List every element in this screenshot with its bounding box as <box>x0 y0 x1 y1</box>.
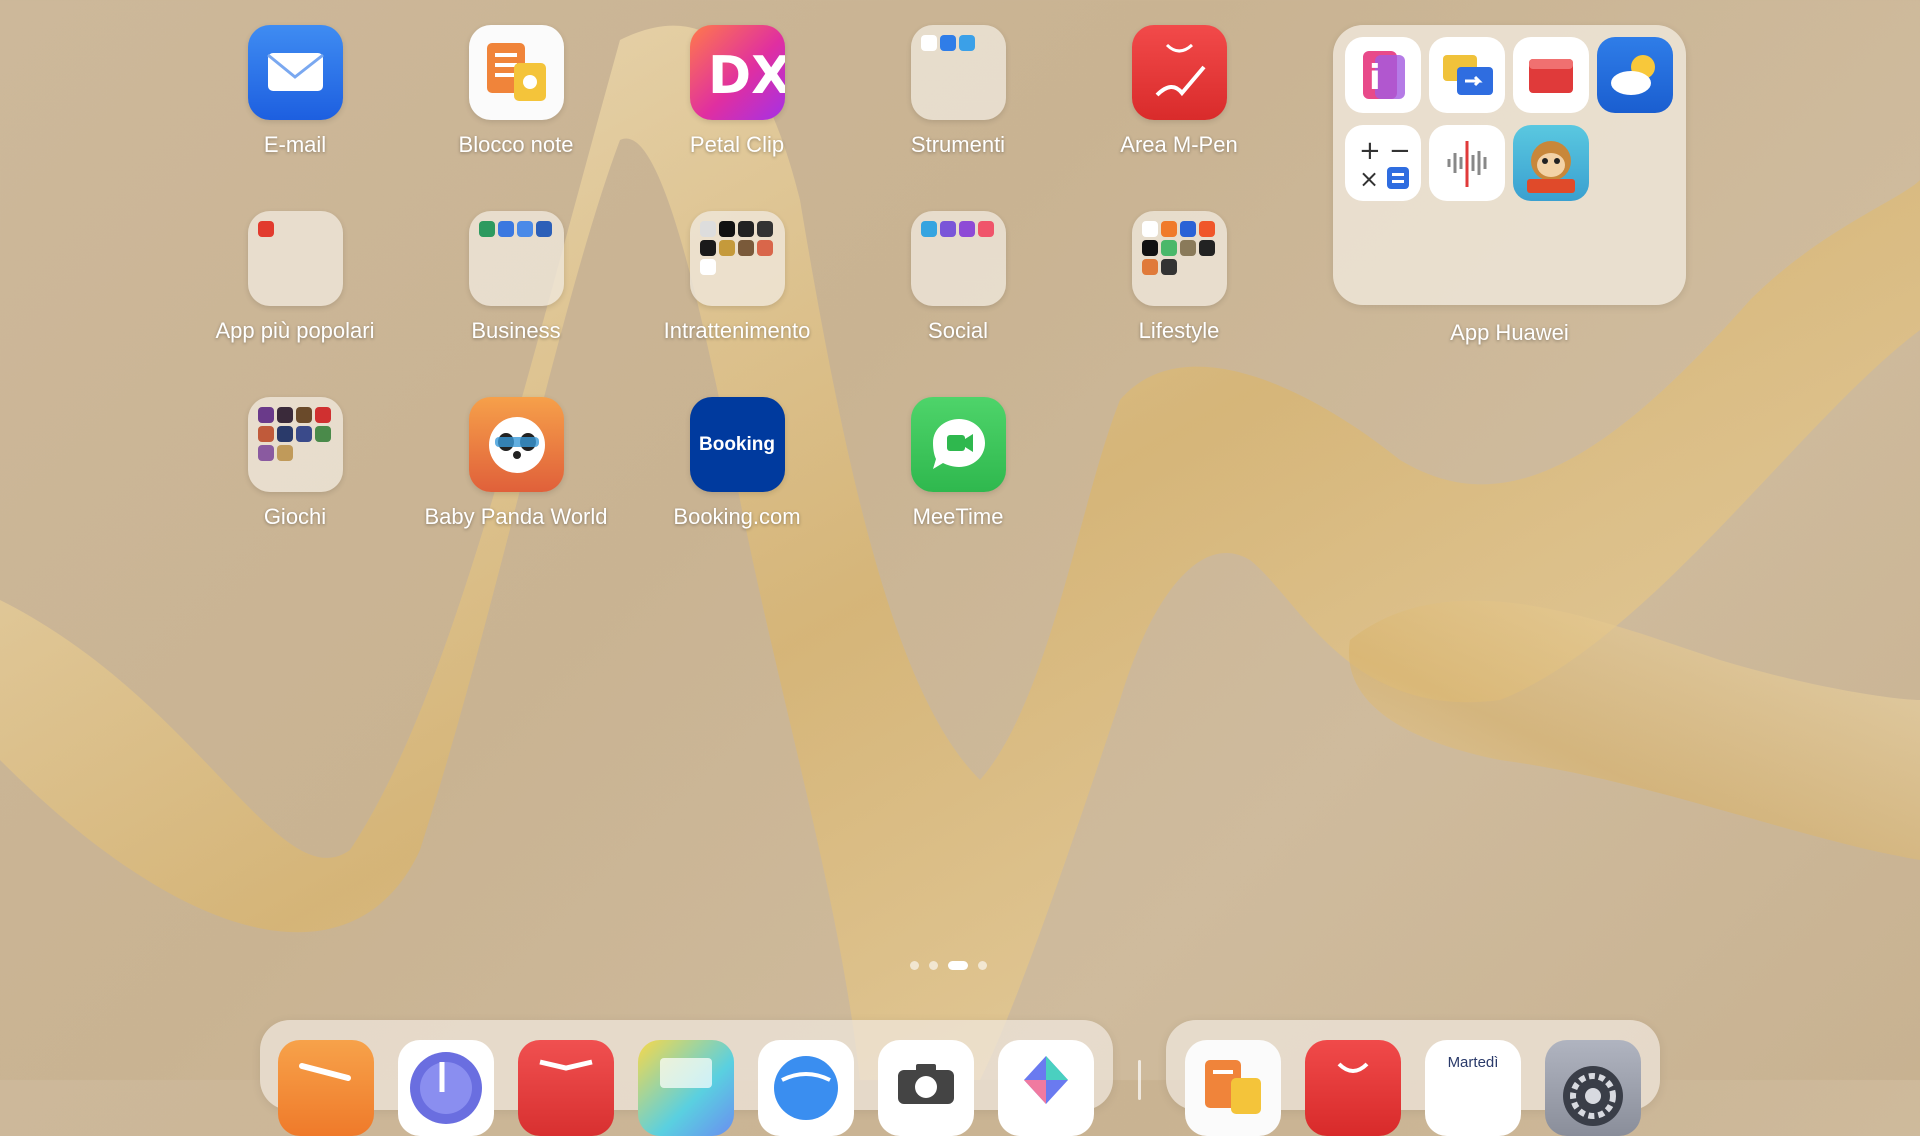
calculator-icon[interactable]: + − × <box>1345 125 1421 201</box>
panda-icon <box>468 397 564 492</box>
page-dot[interactable] <box>978 961 987 970</box>
appgallery-icon[interactable] <box>1305 1040 1401 1136</box>
mail-icon <box>247 25 343 120</box>
settings-icon[interactable] <box>1545 1040 1641 1136</box>
app-meetime[interactable]: MeeTime <box>848 397 1068 530</box>
folder-icon <box>247 397 343 492</box>
gallery-icon[interactable] <box>638 1040 734 1136</box>
folder-app-piu-popolari[interactable]: App più popolari <box>185 211 405 344</box>
page-dot[interactable] <box>929 961 938 970</box>
kids-monkey-icon[interactable] <box>1513 125 1589 201</box>
app-baby-panda[interactable]: Baby Panda World <box>406 397 626 530</box>
app-label: Blocco note <box>458 132 574 157</box>
send-icon[interactable] <box>278 1040 374 1136</box>
svg-text:+: + <box>1359 136 1381 166</box>
voice-recorder-icon[interactable] <box>1429 125 1505 201</box>
folder-icon <box>247 211 343 306</box>
folder-icon <box>468 211 564 306</box>
weather-icon[interactable] <box>1597 37 1673 113</box>
notepad-icon <box>468 25 564 120</box>
folder-icon <box>910 211 1006 306</box>
notepad-icon[interactable] <box>1185 1040 1281 1136</box>
page-indicator <box>910 961 987 970</box>
m-pen-icon <box>1131 25 1227 120</box>
phone-clone-icon[interactable] <box>1429 37 1505 113</box>
music-icon[interactable] <box>398 1040 494 1136</box>
meetime-icon <box>910 397 1006 492</box>
app-petal-clip[interactable]: DX Petal Clip <box>627 25 847 158</box>
folder-strumenti[interactable]: Strumenti <box>848 25 1068 158</box>
app-label: Area M-Pen <box>1120 132 1238 157</box>
app-booking[interactable]: Booking Booking.com <box>627 397 847 530</box>
svg-text:−: − <box>1389 136 1411 166</box>
folder-giochi[interactable]: Giochi <box>185 397 405 530</box>
browser-icon[interactable] <box>758 1040 854 1136</box>
app-m-pen[interactable]: Area M-Pen <box>1069 25 1289 158</box>
app-email[interactable]: E-mail <box>185 25 405 158</box>
svg-text:i: i <box>1369 58 1381 98</box>
app-label: Lifestyle <box>1138 318 1220 343</box>
app-label: MeeTime <box>912 504 1004 529</box>
petal-clip-icon: DX <box>689 25 785 120</box>
app-label: Intrattenimento <box>663 318 811 343</box>
app-label: Business <box>471 318 561 343</box>
app-label: Booking.com <box>673 504 801 529</box>
folder-app-huawei[interactable]: i + − × <box>1333 25 1686 305</box>
dock-separator <box>1138 1060 1141 1100</box>
tips-icon[interactable]: i <box>1345 37 1421 113</box>
huawei-box-icon[interactable] <box>1513 37 1589 113</box>
folder-icon <box>910 25 1006 120</box>
themes-icon[interactable] <box>998 1040 1094 1136</box>
folder-label: App Huawei <box>1450 320 1569 345</box>
camera-icon[interactable] <box>878 1040 974 1136</box>
svg-text:×: × <box>1359 165 1379 193</box>
app-label: Petal Clip <box>689 132 785 157</box>
app-label: Giochi <box>263 504 327 529</box>
booking-wordmark: Booking <box>699 433 775 455</box>
app-label: App più popolari <box>215 318 375 343</box>
svg-text:DX: DX <box>708 46 785 106</box>
page-dot-active[interactable] <box>948 961 968 970</box>
folder-business[interactable]: Business <box>406 211 626 344</box>
folder-social[interactable]: Social <box>848 211 1068 344</box>
booking-icon: Booking <box>689 397 785 492</box>
app-notepad[interactable]: Blocco note <box>406 25 626 158</box>
folder-icon <box>1131 211 1227 306</box>
calendar-icon[interactable]: Martedì <box>1425 1040 1521 1136</box>
folder-icon <box>689 211 785 306</box>
app-label: Baby Panda World <box>424 504 608 529</box>
app-label: E-mail <box>263 132 327 157</box>
calendar-day: Martedì <box>1447 1054 1499 1071</box>
app-label: Social <box>928 318 988 343</box>
folder-intrattenimento[interactable]: Intrattenimento <box>627 211 847 344</box>
app-label: Strumenti <box>910 132 1006 157</box>
page-dot[interactable] <box>910 961 919 970</box>
books-icon[interactable] <box>518 1040 614 1136</box>
folder-lifestyle[interactable]: Lifestyle <box>1069 211 1289 344</box>
